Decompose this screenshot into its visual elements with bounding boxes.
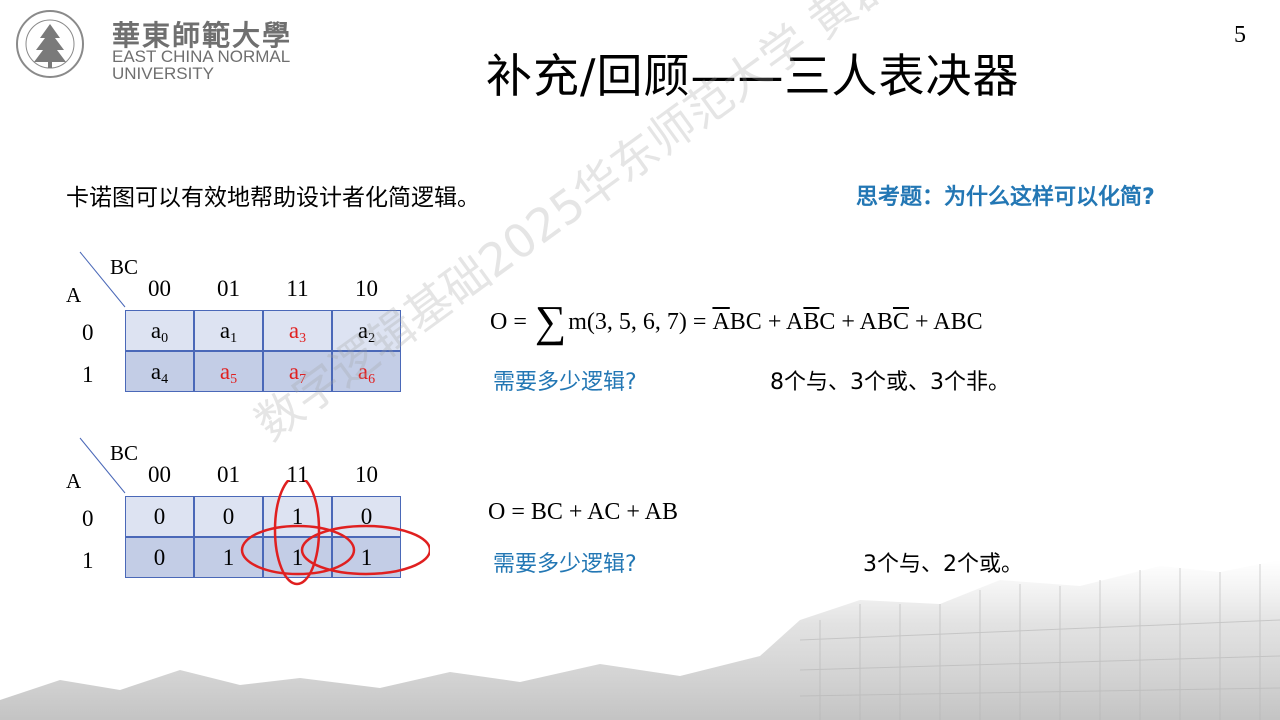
logo-english-line1: EAST CHINA NORMAL [112,47,291,66]
group-ellipse-ab [300,524,430,576]
logo-english-name: EAST CHINA NORMAL UNIVERSITY [112,48,290,82]
product-term: ABC [933,308,983,335]
formula-1-lhs: O = [490,308,533,335]
product-term: ABC [859,308,909,335]
kmap1-col-header: 11 [286,276,309,301]
formula-1: O = ∑ m(3, 5, 6, 7) = ABC + ABC + ABC + … [490,300,983,344]
university-logo: 華東師範大學 EAST CHINA NORMAL UNIVERSITY [14,8,294,82]
kmap1-cell: a2 [332,310,401,351]
formula-1-sigma: ∑ [534,297,567,346]
product-term: ABC [712,308,762,335]
thinking-question: 思考题：为什么这样可以化简? [856,185,1155,210]
kmap1-cell: a3 [263,310,332,351]
product-term: ABC [786,308,836,335]
kmap1-row-header: 0 [82,320,94,345]
intro-text: 卡诺图可以有效地帮助设计者化简逻辑。 [66,185,480,211]
kmap1-cell: a5 [194,351,263,392]
kmap1-cell: a1 [194,310,263,351]
kmap2-col-header: 00 [148,462,171,487]
formula-1-minterms: m(3, 5, 6, 7) = [568,308,713,335]
page-number: 5 [1234,22,1246,48]
logo-english-line2: UNIVERSITY [112,64,215,83]
kmap1-col-header: 01 [217,276,240,301]
group-ellipse-bc [273,480,321,586]
logic-count-question-1: 需要多少逻辑? [493,370,637,395]
kmap1-row-var-label: A [66,283,82,307]
kmap1-cell: a0 [125,310,194,351]
university-seal-icon [16,10,84,78]
kmap2-grouping-ellipses [240,480,430,586]
kmap1-cell: a6 [332,351,401,392]
kmap2-cell: 0 [125,537,194,578]
slide-title: 补充/回顾——三人表决器 [486,49,1020,103]
kmap1-col-header: 00 [148,276,171,301]
formula-1-terms: ABC + ABC + ABC + ABC [712,308,983,335]
kmap1-col-header: 10 [355,276,378,301]
kmap1-cell: a4 [125,351,194,392]
kmap2-cell: 0 [125,496,194,537]
logic-count-answer-1: 8个与、3个或、3个非。 [770,370,1010,395]
kmap1-cell: a7 [263,351,332,392]
kmap1-row-header: 1 [82,362,94,387]
formula-2: O = BC + AC + AB [488,499,678,525]
kmap2-row-var-label: A [66,469,82,493]
kmap2-row-header: 0 [82,506,94,531]
logic-count-question-2: 需要多少逻辑? [493,552,637,577]
group-ellipse-ac [240,524,356,576]
kmap2-row-header: 1 [82,548,94,573]
logic-count-answer-2: 3个与、2个或。 [863,552,1023,577]
